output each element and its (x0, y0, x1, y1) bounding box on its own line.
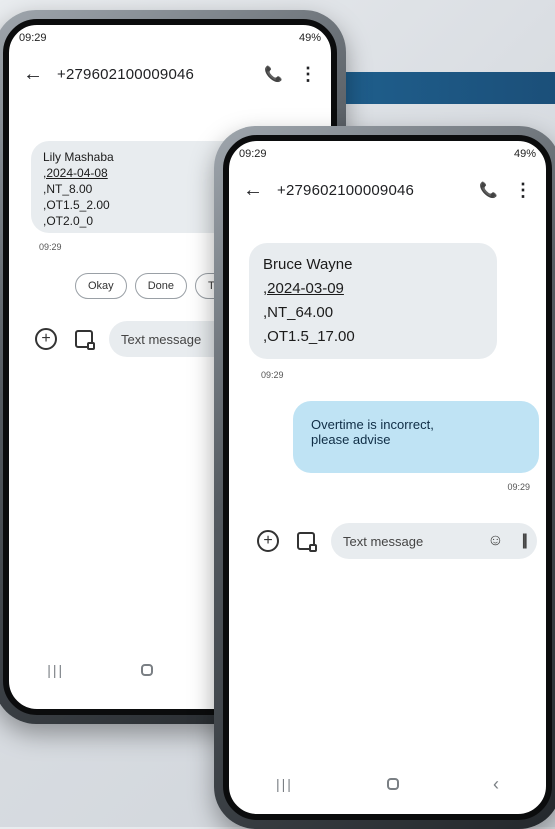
status-time: 09:29 (239, 148, 267, 160)
plus-circle-icon[interactable]: + (257, 530, 279, 552)
navigation-bar: ||| (9, 655, 191, 685)
conversation-title: +279602100009046 (277, 181, 415, 199)
voice-icon[interactable]: ||| (522, 532, 529, 550)
status-battery: 49% (298, 32, 321, 44)
message-time: 09:29 (261, 370, 284, 380)
phone-front-screen: 09:29 49% ← +279602100009046 📞 ⋮ Bruce W… (223, 135, 552, 820)
home-icon[interactable] (386, 778, 399, 790)
message-line: ,2024-03-09 (263, 280, 344, 297)
emoji-icon[interactable]: ☺ (487, 532, 503, 550)
message-time: 09:29 (39, 242, 62, 252)
conversation-title: +279602100009046 (57, 65, 195, 83)
message-input-placeholder: Text message (343, 533, 424, 549)
conversation-header: ← +279602100009046 📞 ⋮ (229, 167, 546, 213)
smart-reply-chip[interactable]: Okay (75, 273, 127, 299)
smart-reply-chip[interactable]: Done (134, 273, 187, 299)
gallery-icon[interactable] (75, 330, 95, 350)
more-vert-icon[interactable]: ⋮ (514, 180, 532, 201)
status-bar: 09:29 49% (229, 141, 546, 167)
back-arrow-icon[interactable]: ← (23, 63, 43, 86)
phone-front: 09:29 49% ← +279602100009046 📞 ⋮ Bruce W… (214, 126, 555, 829)
status-time: 09:29 (19, 32, 47, 44)
conversation-header: ← +279602100009046 📞 ⋮ (9, 51, 331, 97)
message-line: Bruce Wayne (263, 256, 353, 273)
smart-replies: Okay Done Th (75, 273, 234, 299)
phone-icon[interactable]: 📞 (479, 181, 498, 199)
incoming-message: Bruce Wayne ,2024-03-09 ,NT_64.00 ,OT1.5… (249, 243, 497, 359)
back-arrow-icon[interactable]: ← (243, 179, 263, 202)
gallery-icon[interactable] (297, 532, 317, 552)
status-bar: 09:29 49% (9, 25, 331, 51)
navigation-bar: ||| ‹ (229, 769, 546, 799)
message-input[interactable]: Text message ☺ ||| (331, 523, 537, 559)
message-line: ,OT1.5_17.00 (263, 328, 355, 345)
phone-icon[interactable]: 📞 (264, 65, 283, 83)
outgoing-message-text: Overtime is incorrect, please advise (311, 417, 434, 447)
status-battery: 49% (513, 148, 536, 160)
composer: + Text message ☺ ||| (257, 523, 537, 559)
recent-apps-icon[interactable]: ||| (47, 662, 64, 678)
outgoing-message: Overtime is incorrect, please advise (293, 401, 539, 473)
home-icon[interactable] (140, 664, 153, 676)
message-time: 09:29 (507, 482, 530, 492)
plus-circle-icon[interactable]: + (35, 328, 57, 350)
nav-back-icon[interactable]: ‹ (493, 774, 499, 795)
message-line: ,NT_64.00 (263, 304, 334, 321)
recent-apps-icon[interactable]: ||| (276, 776, 293, 792)
more-vert-icon[interactable]: ⋮ (299, 64, 317, 85)
